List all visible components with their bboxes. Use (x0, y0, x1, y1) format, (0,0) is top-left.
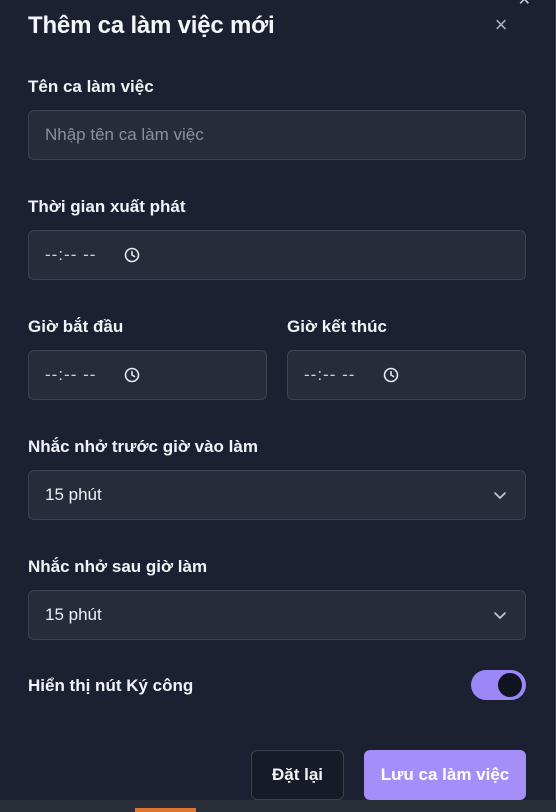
chevron-down-icon (494, 492, 506, 499)
remind-after-value: 15 phút (45, 605, 102, 624)
show-sign-button-toggle[interactable] (471, 670, 526, 700)
chevron-down-icon (494, 612, 506, 619)
clock-icon[interactable] (124, 367, 140, 383)
remind-after-label: Nhắc nhở sau giờ làm (28, 557, 208, 576)
remind-before-select[interactable]: 15 phút (28, 470, 526, 520)
start-time-label: Giờ bắt đầu (28, 317, 124, 336)
clock-icon[interactable] (124, 247, 140, 263)
end-time-input[interactable]: --:-- -- (287, 350, 526, 400)
taskbar-active-indicator (135, 808, 196, 812)
remind-before-value: 15 phút (45, 485, 102, 504)
taskbar-strip (0, 800, 556, 812)
save-shift-button[interactable]: Lưu ca làm việc (364, 750, 526, 800)
toggle-knob (498, 673, 522, 697)
end-time-value: --:-- -- (304, 365, 356, 384)
shift-name-label: Tên ca làm việc (28, 77, 154, 96)
remind-after-select[interactable]: 15 phút (28, 590, 526, 640)
shift-name-placeholder: Nhập tên ca làm việc (45, 125, 204, 144)
clock-icon[interactable] (383, 367, 399, 383)
remind-before-label: Nhắc nhở trước giờ vào làm (28, 437, 258, 456)
end-time-label: Giờ kết thúc (287, 317, 387, 336)
reset-button[interactable]: Đặt lại (251, 750, 344, 800)
show-sign-button-label: Hiển thị nút Ký công (28, 676, 194, 695)
start-time-input[interactable]: --:-- -- (28, 350, 267, 400)
departure-time-input[interactable]: --:-- -- (28, 230, 526, 280)
departure-time-value: --:-- -- (45, 245, 97, 264)
shift-name-input[interactable]: Nhập tên ca làm việc (28, 110, 526, 160)
close-icon[interactable]: × (490, 14, 512, 36)
corner-close-icon[interactable]: ✕ (518, 0, 531, 9)
start-time-value: --:-- -- (45, 365, 97, 384)
dialog-title: Thêm ca làm việc mới (28, 12, 275, 39)
add-shift-dialog: ✕ Thêm ca làm việc mới × Tên ca làm việc… (0, 0, 556, 800)
departure-time-label: Thời gian xuất phát (28, 197, 186, 216)
